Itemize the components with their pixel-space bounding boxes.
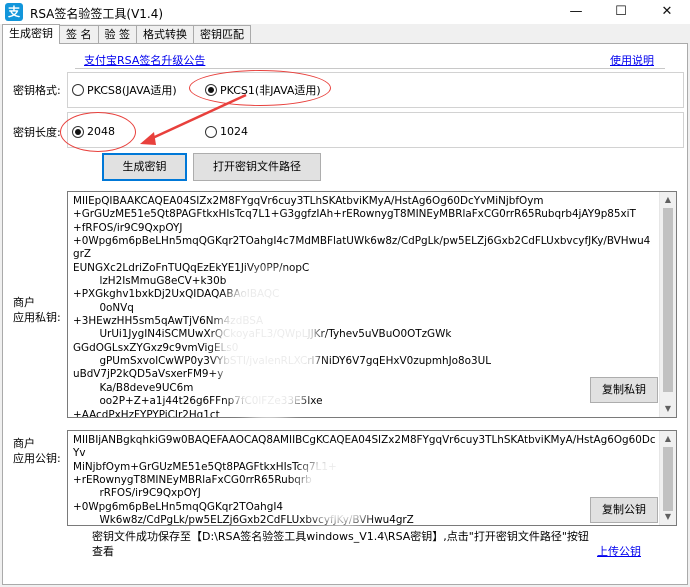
annotation-circle-2048 <box>60 112 136 152</box>
radio-1024-label: 1024 <box>220 125 248 138</box>
upgrade-notice-link[interactable]: 支付宝RSA签名升级公告 <box>84 52 205 68</box>
scroll-down-icon[interactable]: ▼ <box>660 509 676 525</box>
radio-1024[interactable]: 1024 <box>205 125 248 138</box>
private-key-text: MIIEpQIBAAKCAQEA04SIZx2M8FYgqVr6cuy3TLhS… <box>73 195 651 418</box>
key-format-label: 密钥格式: <box>13 84 61 97</box>
private-key-label: 商户 应用私钥: <box>13 296 61 324</box>
key-length-label: 密钥长度: <box>13 126 61 139</box>
scroll-down-icon[interactable]: ▼ <box>660 401 676 417</box>
redaction-blur <box>218 270 318 420</box>
radio-button-icon <box>205 125 217 138</box>
scroll-thumb[interactable] <box>663 208 673 392</box>
title-bar: 支 RSA签名验签工具(V1.4) — ☐ ✕ <box>0 0 690 24</box>
divider <box>75 68 665 69</box>
close-button[interactable]: ✕ <box>644 0 690 24</box>
window-title: RSA签名验签工具(V1.4) <box>30 7 164 21</box>
scroll-up-icon[interactable]: ▲ <box>660 431 676 447</box>
radio-pkcs8-label: PKCS8(JAVA适用) <box>87 84 177 97</box>
scroll-up-icon[interactable]: ▲ <box>660 192 676 208</box>
open-key-path-button[interactable]: 打开密钥文件路径 <box>193 153 321 181</box>
upload-public-key-link[interactable]: 上传公钥 <box>597 543 641 559</box>
save-status-text: 密钥文件成功保存至【D:\RSA签名验签工具windows_V1.4\RSA密钥… <box>92 530 589 558</box>
private-key-textarea[interactable]: MIIEpQIBAAKCAQEA04SIZx2M8FYgqVr6cuy3TLhS… <box>67 191 677 418</box>
tab-sign[interactable]: 签 名 <box>59 25 99 44</box>
app-logo-icon: 支 <box>5 3 23 21</box>
copy-private-key-button[interactable]: 复制私钥 <box>590 377 658 403</box>
copy-public-key-button[interactable]: 复制公钥 <box>590 497 658 523</box>
public-key-scrollbar[interactable]: ▲ ▼ <box>659 431 676 525</box>
tab-verify[interactable]: 验 签 <box>97 25 137 44</box>
key-length-group <box>67 112 684 148</box>
tab-bar: 生成密钥 签 名 验 签 格式转换 密钥匹配 <box>2 24 251 44</box>
annotation-circle-pkcs1 <box>189 70 331 106</box>
maximize-button[interactable]: ☐ <box>598 0 644 24</box>
redaction-blur <box>300 450 380 525</box>
radio-button-icon <box>72 84 84 96</box>
generate-key-button[interactable]: 生成密钥 <box>102 153 187 181</box>
scroll-thumb[interactable] <box>663 447 673 511</box>
tab-key-match[interactable]: 密钥匹配 <box>193 25 251 44</box>
minimize-button[interactable]: — <box>553 0 599 24</box>
tab-format-convert[interactable]: 格式转换 <box>136 25 194 44</box>
radio-pkcs8[interactable]: PKCS8(JAVA适用) <box>72 82 177 98</box>
public-key-label: 商户 应用公钥: <box>13 437 61 465</box>
private-key-scrollbar[interactable]: ▲ ▼ <box>659 192 676 417</box>
help-link[interactable]: 使用说明 <box>610 52 654 68</box>
tab-generate-key[interactable]: 生成密钥 <box>2 24 60 44</box>
